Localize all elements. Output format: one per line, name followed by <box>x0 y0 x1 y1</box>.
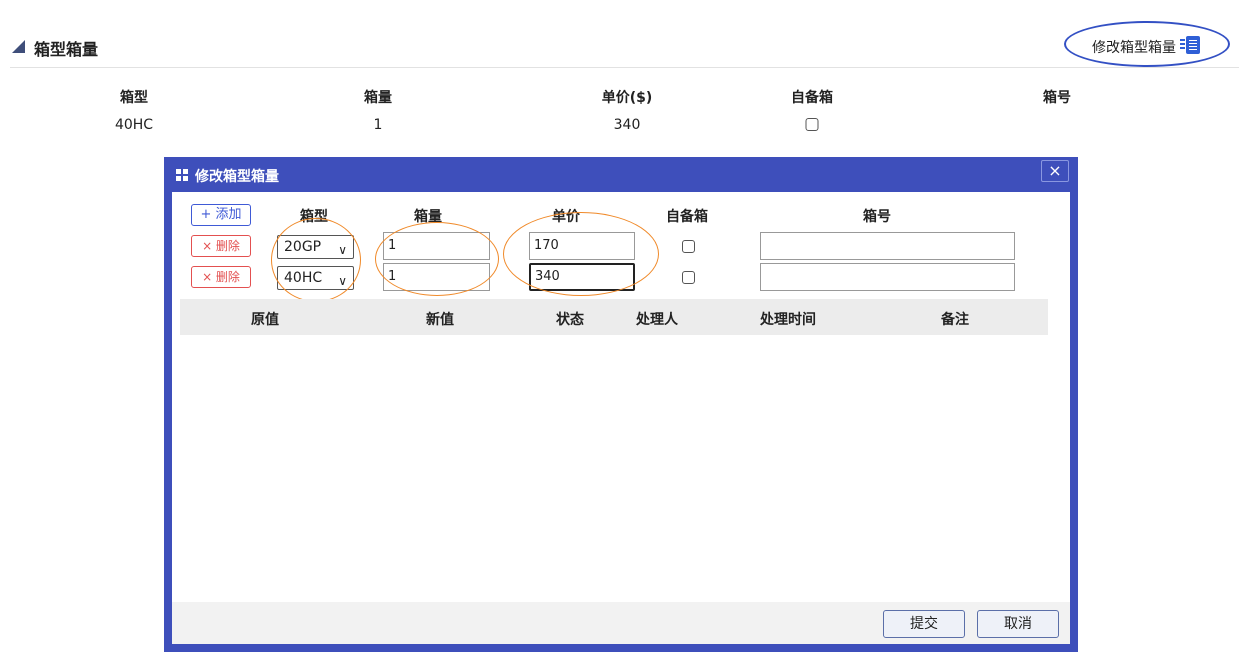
container-type-value: 40HC <box>284 270 323 286</box>
cancel-button[interactable]: 取消 <box>977 610 1059 638</box>
dialog-grid-icon <box>176 169 188 181</box>
history-header-status: 状态 <box>556 312 584 328</box>
container-number-input[interactable] <box>760 232 1015 260</box>
submit-button[interactable]: 提交 <box>883 610 965 638</box>
summary-cell-qty: 1 <box>373 117 383 133</box>
dialog-footer: 提交 取消 <box>172 602 1070 644</box>
history-header-remark: 备注 <box>941 312 969 328</box>
section-title: 箱型箱量 <box>34 40 99 59</box>
price-input[interactable]: 340 <box>529 263 635 291</box>
summary-header-type: 箱型 <box>120 90 148 106</box>
dialog-title: 修改箱型箱量 <box>195 169 279 185</box>
container-number-input[interactable] <box>760 263 1015 291</box>
summary-header-own: 自备箱 <box>791 90 833 106</box>
divider <box>10 67 1239 68</box>
container-type-select[interactable]: 20GP ∨ <box>277 235 354 259</box>
column-header-price: 单价 <box>552 209 580 225</box>
container-type-select[interactable]: 40HC ∨ <box>277 266 354 290</box>
chevron-down-icon: ∨ <box>338 243 347 257</box>
edit-container-dialog: 修改箱型箱量 × + 添加 箱型 箱量 单价 自备箱 箱号 × 删除 20GP … <box>164 157 1078 652</box>
summary-header-qty: 箱量 <box>364 90 392 106</box>
quantity-input[interactable]: 1 <box>383 263 490 291</box>
section-header: 箱型箱量 修改箱型箱量 <box>0 0 1244 68</box>
summary-own-checkbox[interactable] <box>805 118 819 135</box>
add-row-button[interactable]: + 添加 <box>191 204 251 226</box>
own-container-checkbox[interactable] <box>682 271 695 288</box>
annotation-ring <box>1064 21 1230 67</box>
summary-cell-price: 340 <box>613 117 641 133</box>
container-type-value: 20GP <box>284 239 322 255</box>
price-input[interactable]: 170 <box>529 232 635 260</box>
summary-header-no: 箱号 <box>1043 90 1071 106</box>
column-header-no: 箱号 <box>863 209 891 225</box>
own-container-checkbox[interactable] <box>682 240 695 257</box>
close-icon[interactable]: × <box>1041 160 1069 182</box>
summary-header-price: 单价($) <box>601 90 653 106</box>
chevron-down-icon: ∨ <box>338 274 347 288</box>
history-header-old: 原值 <box>251 312 279 328</box>
history-header-handler: 处理人 <box>636 312 678 328</box>
column-header-own: 自备箱 <box>666 209 708 225</box>
quantity-input[interactable]: 1 <box>383 232 490 260</box>
history-header-new: 新值 <box>426 312 454 328</box>
column-header-type: 箱型 <box>300 209 328 225</box>
delete-row-button[interactable]: × 删除 <box>191 266 251 288</box>
dialog-body: + 添加 箱型 箱量 单价 自备箱 箱号 × 删除 20GP ∨ 1 170 ×… <box>172 192 1070 644</box>
history-table-header: 原值 新值 状态 处理人 处理时间 备注 <box>180 299 1048 335</box>
history-header-time: 处理时间 <box>760 312 816 328</box>
section-marker-icon <box>12 40 25 53</box>
summary-cell-type: 40HC <box>114 117 154 133</box>
column-header-qty: 箱量 <box>414 209 442 225</box>
delete-row-button[interactable]: × 删除 <box>191 235 251 257</box>
